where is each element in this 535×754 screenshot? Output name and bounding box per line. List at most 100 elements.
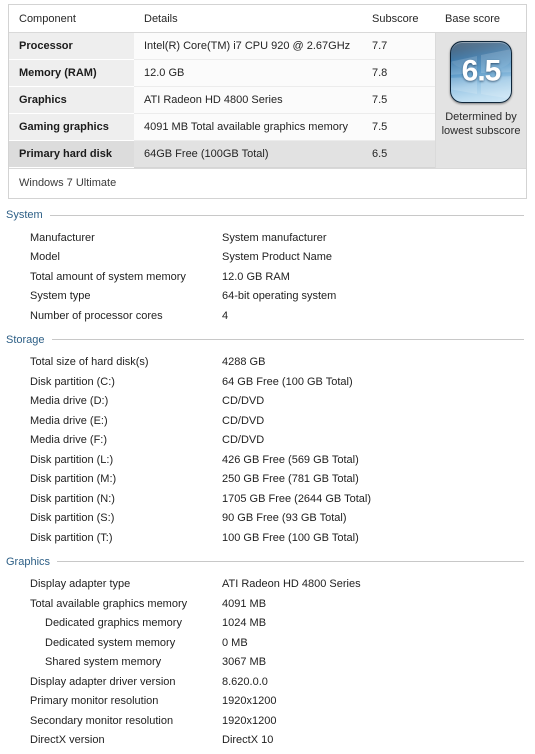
detail-label: Primary monitor resolution	[30, 695, 159, 708]
detail-label: Media drive (E:)	[30, 414, 108, 427]
detail-value: DirectX 10	[222, 734, 274, 747]
detail-row: Disk partition (N:) 1705 GB Free (2644 GB…	[0, 489, 535, 509]
detail-label: Disk partition (L:)	[30, 453, 114, 466]
detail-section: Storage Total size of hard disk(s) 4288 GB…	[0, 330, 535, 550]
detail-label: Total available graphics memory	[30, 597, 188, 610]
wei-subscore: 6.5	[362, 141, 435, 168]
detail-row: Total available graphics memory 4091 MB	[0, 594, 535, 614]
detail-label: Total size of hard disk(s)	[30, 356, 149, 369]
section-items: Total size of hard disk(s) 4288 GB Disk pa…	[0, 350, 535, 550]
detail-value: System manufacturer	[222, 231, 327, 244]
wei-component-details: 4091 MB Total available graphics memory	[134, 114, 362, 141]
base-score-caption: Determined by lowest subscore	[441, 111, 521, 137]
detail-row: DirectX version DirectX 10	[0, 731, 535, 751]
detail-label: Shared system memory	[45, 656, 162, 669]
detail-row: Primary monitor resolution 1920x1200	[0, 692, 535, 712]
wei-component-name: Gaming graphics	[9, 114, 134, 141]
section-divider	[49, 214, 524, 216]
detail-label: Manufacturer	[30, 231, 95, 244]
section-divider	[51, 339, 524, 340]
detail-row: Number of processor cores 4	[0, 306, 535, 326]
detail-value: 90 GB Free (93 GB Total)	[222, 512, 347, 525]
detail-row: Media drive (D:) CD/DVD	[0, 392, 535, 412]
detail-label: Dedicated graphics memory	[45, 617, 182, 630]
detail-value: 4288 GB	[222, 356, 266, 369]
windows-edition-label: Windows 7 Ultimate	[9, 168, 526, 198]
detail-value: ATI Radeon HD 4800 Series	[222, 578, 361, 591]
detail-value: CD/DVD	[222, 414, 265, 427]
wei-component-details: 64GB Free (100GB Total)	[134, 141, 362, 168]
wei-subscore: 7.7	[362, 33, 435, 60]
system-details: System Manufacturer System manufacturer Mod…	[0, 205, 535, 754]
wei-component-name: Memory (RAM)	[9, 60, 134, 87]
wei-component-name: Processor	[9, 33, 134, 60]
detail-label: Media drive (D:)	[30, 395, 109, 408]
detail-value: 1920x1200	[222, 714, 277, 727]
detail-label: Display adapter type	[30, 578, 131, 591]
detail-label: Disk partition (T:)	[30, 531, 113, 544]
wei-column-header: Subscore	[362, 5, 435, 33]
detail-row: Disk partition (T:) 100 GB Free (100 GB T…	[0, 528, 535, 548]
detail-row: Dedicated system memory 0 MB	[0, 633, 535, 653]
detail-section: Graphics Display adapter type ATI Radeon H…	[0, 552, 535, 753]
detail-value: 4	[222, 309, 229, 322]
detail-row: Display adapter driver version 8.620.0.0	[0, 672, 535, 692]
detail-label: System type	[30, 290, 91, 303]
detail-section: System Manufacturer System manufacturer Mod…	[0, 205, 535, 328]
detail-label: Display adapter driver version	[30, 675, 176, 688]
wei-component-details: ATI Radeon HD 4800 Series	[134, 87, 362, 114]
detail-value: 8.620.0.0	[222, 675, 268, 688]
detail-row: Total amount of system memory 12.0 GB RAM	[0, 267, 535, 287]
detail-label: Number of processor cores	[30, 309, 163, 322]
detail-row: Shared system memory 3067 MB	[0, 653, 535, 673]
detail-label: Media drive (F:)	[30, 434, 108, 447]
detail-value: 0 MB	[222, 636, 248, 649]
detail-label: Total amount of system memory	[30, 270, 186, 283]
detail-label: Disk partition (N:)	[30, 492, 115, 505]
detail-value: 12.0 GB RAM	[222, 270, 290, 283]
detail-row: Media drive (F:) CD/DVD	[0, 431, 535, 451]
detail-row: Model System Product Name	[0, 248, 535, 268]
wei-subscore: 7.5	[362, 114, 435, 141]
detail-value: 4091 MB	[222, 597, 267, 610]
wei-component-details: 12.0 GB	[134, 60, 362, 87]
detail-row: Dedicated graphics memory 1024 MB	[0, 614, 535, 634]
detail-value: 100 GB Free (100 GB Total)	[222, 531, 359, 544]
section-items: Display adapter type ATI Radeon HD 4800 S…	[0, 572, 535, 753]
detail-row: Media drive (E:) CD/DVD	[0, 411, 535, 431]
detail-label: Disk partition (S:)	[30, 512, 115, 525]
section-title: Storage	[6, 333, 45, 346]
section-header: System	[0, 205, 535, 225]
wei-column-header: Details	[134, 5, 362, 33]
detail-row: Display adapter type ATI Radeon HD 4800 S…	[0, 575, 535, 595]
detail-label: Secondary monitor resolution	[30, 714, 174, 727]
base-score-value: 6.5	[461, 54, 502, 88]
detail-value: 426 GB Free (569 GB Total)	[222, 453, 359, 466]
detail-value: 250 GB Free (781 GB Total)	[222, 473, 359, 486]
base-score-panel: 6.5 Determined by lowest subscore	[435, 33, 526, 168]
detail-value: 1705 GB Free (2644 GB Total)	[222, 492, 371, 505]
detail-value: System Product Name	[222, 251, 333, 264]
section-divider	[57, 561, 524, 562]
wei-column-header: Component	[9, 5, 134, 33]
detail-value: 1024 MB	[222, 617, 267, 630]
section-title: System	[6, 209, 43, 221]
detail-value: 64 GB Free (100 GB Total)	[222, 375, 353, 388]
detail-row: Total size of hard disk(s) 4288 GB	[0, 353, 535, 373]
detail-row: Disk partition (M:) 250 GB Free (781 GB T…	[0, 470, 535, 490]
base-score-badge: 6.5	[450, 41, 512, 103]
wei-table: Component Details Subscore Base score Proces…	[9, 5, 526, 168]
detail-value: CD/DVD	[222, 395, 265, 408]
detail-row: System type 64-bit operating system	[0, 287, 535, 307]
detail-value: 64-bit operating system	[222, 290, 337, 303]
wei-subscore: 7.5	[362, 87, 435, 114]
detail-row: Manufacturer System manufacturer	[0, 228, 535, 248]
detail-value: 1920x1200	[222, 695, 277, 708]
windows-experience-index-panel: Component Details Subscore Base score Proces…	[8, 4, 527, 199]
detail-label: DirectX version	[30, 734, 105, 747]
detail-value: CD/DVD	[222, 434, 265, 447]
wei-component-name: Graphics	[9, 87, 134, 114]
detail-row: Disk partition (S:) 90 GB Free (93 GB Tot…	[0, 509, 535, 529]
wei-subscore: 7.8	[362, 60, 435, 87]
wei-component-details: Intel(R) Core(TM) i7 CPU 920 @ 2.67GHz	[134, 33, 362, 60]
